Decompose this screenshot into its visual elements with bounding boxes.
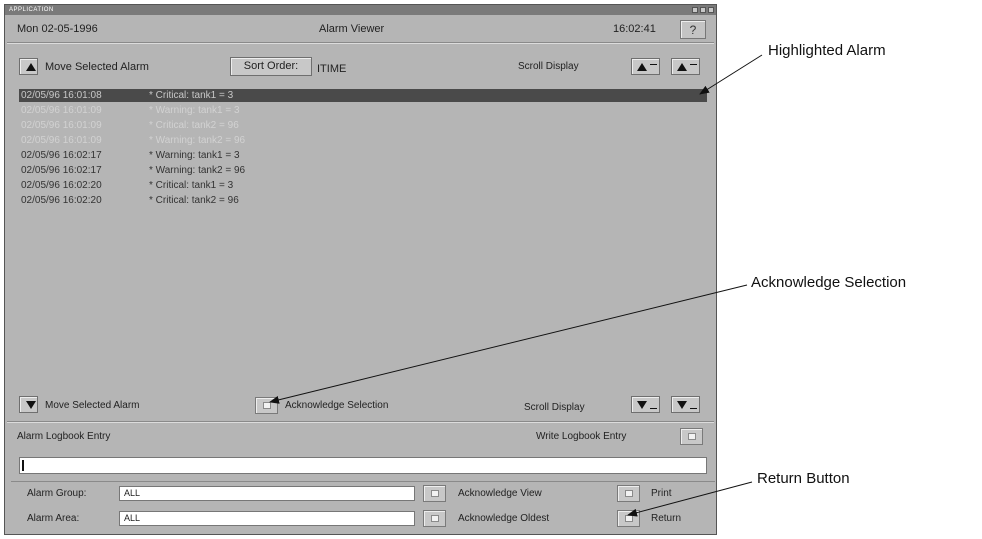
- annotation-arrows: [269, 54, 763, 517]
- arrow-return-button: [627, 481, 753, 517]
- arrow-highlighted-alarm: [699, 54, 763, 95]
- arrow-acknowledge-selection: [269, 284, 748, 404]
